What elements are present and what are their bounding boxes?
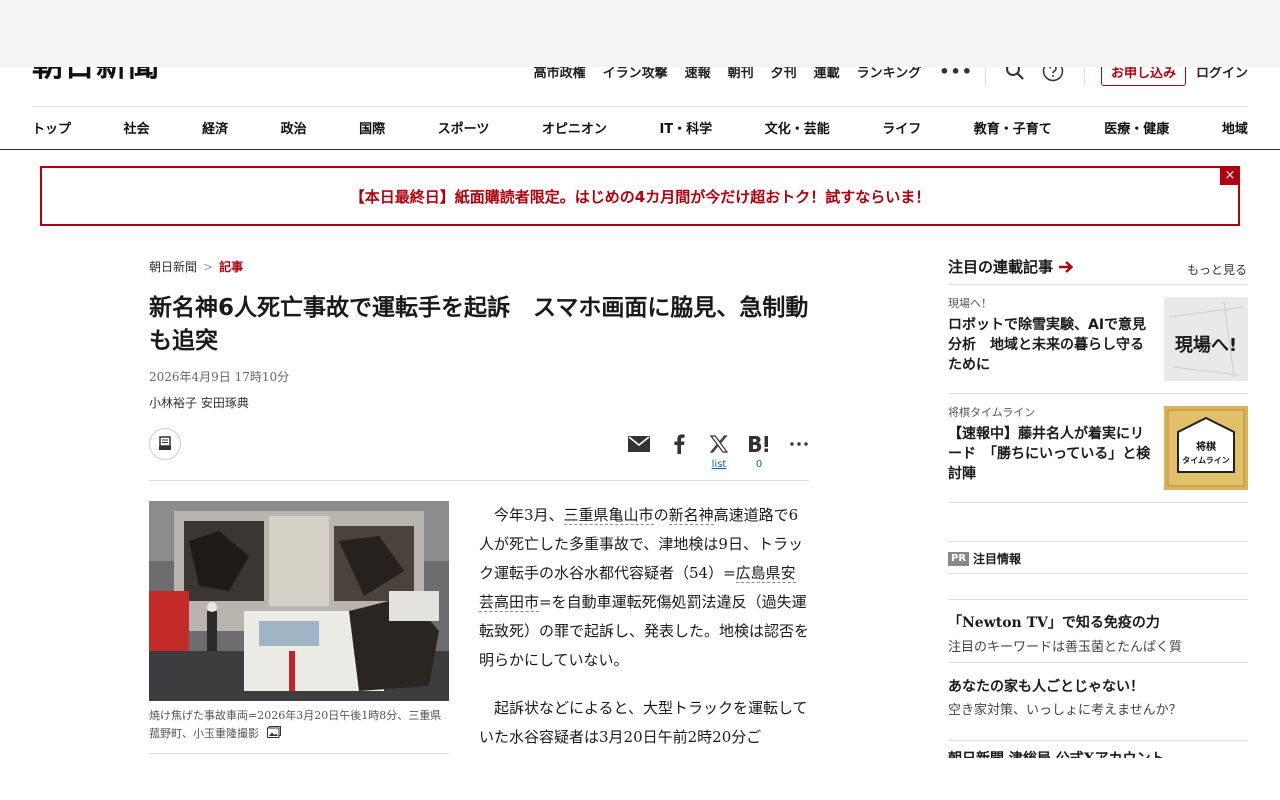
divider: [948, 662, 1248, 663]
share-facebook[interactable]: [659, 430, 699, 472]
article-body: 今年3月、三重県亀山市の新名神高速道路で6人が死亡した多重事故で、津地検は9日、…: [479, 501, 809, 771]
series-thumbnail[interactable]: 将棋 タイムライン: [1164, 406, 1248, 490]
mail-icon: [628, 436, 650, 452]
pr-item-title[interactable]: あなたの家も人ごとじゃない！: [948, 676, 1144, 696]
category-top[interactable]: トップ: [32, 118, 71, 137]
arrow-right-icon: [1059, 260, 1074, 273]
facebook-icon: [674, 434, 685, 454]
breadcrumb-home[interactable]: 朝日新聞: [149, 260, 197, 274]
article-title: 新名神6人死亡事故で運転手を起訴 スマホ画面に脇見、急制動も追突: [149, 295, 809, 354]
series-article-title[interactable]: ロボットで除雪実験、AIで意見分析 地域と未来の暮らし守るために: [948, 315, 1154, 375]
category-opinion[interactable]: オピニオン: [542, 118, 607, 137]
thumb-text: 現場へ!: [1175, 335, 1237, 356]
keyword-link[interactable]: 三重県亀山市: [563, 506, 654, 525]
photo-caption: 焼け焦げた事故車両=2026年3月20日午後1時8分、三重県菰野町、小玉重隆撮影: [149, 707, 449, 743]
promo-text[interactable]: 【本日最終日】紙面購読者限定。はじめの4カ月間が今だけ超おトク！試すならいま！: [350, 186, 930, 207]
article-authors[interactable]: 小林裕子 安田琢典: [149, 394, 249, 411]
category-local[interactable]: 地域: [1222, 118, 1248, 137]
hatena-count[interactable]: 0: [756, 458, 762, 472]
share-hatena[interactable]: 0: [739, 430, 779, 472]
caption-text: 焼け焦げた事故車両=2026年3月20日午後1時8分、三重県菰野町、小玉重隆撮影: [149, 709, 442, 740]
keyword-link[interactable]: 新名神: [668, 506, 714, 525]
category-nav: トップ 社会 経済 政治 国際 スポーツ オピニオン IT・科学 文化・芸能 ラ…: [32, 106, 1248, 149]
x-share-count[interactable]: list: [712, 458, 727, 472]
more-icon: [790, 442, 808, 446]
category-politics[interactable]: 政治: [281, 118, 307, 137]
pr-item-sub[interactable]: 注目のキーワードは善玉菌とたんぱく質: [948, 636, 1182, 655]
thumb-text: タイムライン: [1182, 455, 1229, 465]
gallery-icon[interactable]: [266, 726, 281, 738]
article-date: 2026年4月9日 17時10分: [149, 370, 290, 384]
breadcrumb-current[interactable]: 記事: [219, 260, 243, 274]
category-sports[interactable]: スポーツ: [438, 118, 490, 137]
divider: [948, 740, 1248, 741]
close-icon[interactable]: ×: [1220, 166, 1240, 185]
divider: [948, 502, 1248, 503]
series-thumbnail[interactable]: 現場へ!: [1164, 297, 1248, 381]
category-it-science[interactable]: IT・科学: [659, 118, 712, 137]
pr-item-sub[interactable]: 空き家対策、いっしょに考えませんか？: [948, 699, 1182, 718]
series-label[interactable]: 将棋タイムライン: [948, 404, 1035, 420]
category-life[interactable]: ライフ: [882, 118, 921, 137]
paragraph: 起訴状などによると、大型トラックを運転していた水谷容疑者は3月20日午前2時20…: [479, 699, 808, 746]
share-bar: list 0: [619, 430, 819, 472]
pr-item-title[interactable]: 「Newton TV」で知る免疫の力: [948, 612, 1160, 632]
category-economy[interactable]: 経済: [202, 118, 228, 137]
browser-top-strip: [0, 0, 1280, 67]
see-more-link[interactable]: もっと見る: [1187, 261, 1247, 278]
share-mail[interactable]: [619, 430, 659, 472]
article-photo[interactable]: [149, 501, 449, 701]
breadcrumb: 朝日新聞 > 記事: [149, 258, 243, 275]
featured-series-heading[interactable]: 注目の連載記事: [948, 256, 1074, 277]
category-culture[interactable]: 文化・芸能: [765, 118, 830, 137]
divider: [948, 573, 1248, 574]
print-button[interactable]: [149, 428, 181, 460]
divider: [0, 149, 1280, 150]
x-icon: [710, 435, 728, 453]
pr-heading: PR 注目情報: [948, 550, 1021, 567]
category-education[interactable]: 教育・子育て: [974, 118, 1052, 137]
series-article-title[interactable]: 【速報中】藤井名人が着実にリード 「勝ちにいっている」と検討陣: [948, 424, 1154, 484]
series-label[interactable]: 現場へ！: [948, 295, 992, 311]
divider: [948, 599, 1248, 600]
category-health[interactable]: 医療・健康: [1104, 118, 1169, 137]
category-society[interactable]: 社会: [124, 118, 150, 137]
promo-banner[interactable]: 【本日最終日】紙面購読者限定。はじめの4カ月間が今だけ超おトク！試すならいま！ …: [40, 166, 1240, 226]
divider: [948, 393, 1248, 394]
printer-icon: [159, 436, 171, 450]
pr-item-title[interactable]: 朝日新聞 津総局 公式Xアカウント: [948, 748, 1165, 758]
divider: [948, 541, 1248, 542]
breadcrumb-separator: >: [203, 260, 214, 274]
divider: [948, 284, 1248, 285]
thumb-text: 将棋: [1196, 440, 1216, 453]
category-international[interactable]: 国際: [359, 118, 385, 137]
divider: [149, 753, 449, 754]
share-more[interactable]: [779, 430, 819, 472]
pr-badge: PR: [948, 551, 970, 566]
hatena-bookmark-icon: [749, 436, 768, 452]
divider: [149, 480, 809, 481]
paragraph: 今年3月、三重県亀山市の新名神高速道路で6人が死亡した多重事故で、津地検は9日、…: [479, 506, 810, 669]
share-x[interactable]: list: [699, 430, 739, 472]
